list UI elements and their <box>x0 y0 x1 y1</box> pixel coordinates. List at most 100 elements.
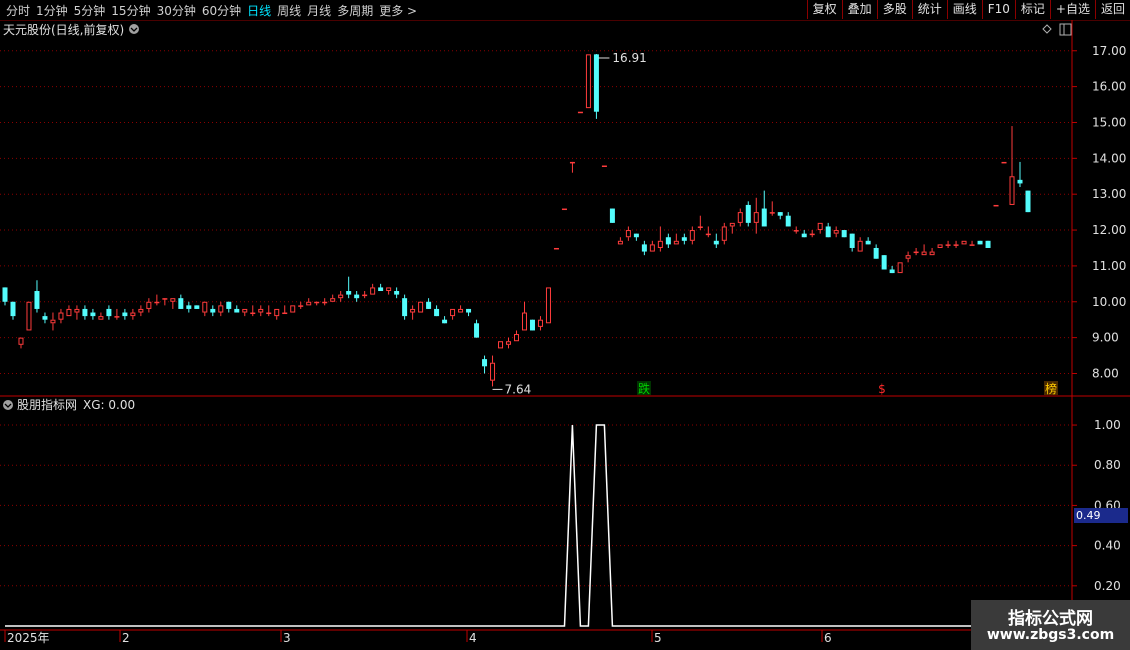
timeframe-tab-10[interactable]: 更多 > <box>379 2 417 19</box>
kline-chart[interactable]: 17.00 16.00 15.00 14.00 13.00 12.00 11.00 10.00… <box>0 20 1130 650</box>
candle-body-up <box>553 247 559 250</box>
function-button-7[interactable]: +自选 <box>1049 0 1095 19</box>
candle-body-down <box>801 233 807 238</box>
candle-body-up <box>258 308 264 313</box>
candle-body-down <box>529 319 535 331</box>
candle-body-down <box>745 204 751 223</box>
candle-body-up <box>266 312 272 315</box>
candle-body-up <box>314 301 320 304</box>
candle-body-up <box>130 312 136 317</box>
candle-body-up <box>170 298 176 302</box>
timeframe-tab-2[interactable]: 5分钟 <box>74 2 106 19</box>
indicator-axis-label: 1.00 <box>1094 418 1121 432</box>
candle-body-down <box>825 226 831 238</box>
candle-body-down <box>633 233 639 238</box>
timeframe-tab-8[interactable]: 月线 <box>307 2 331 19</box>
candle-body-up <box>154 301 160 304</box>
candle-body-up <box>410 308 416 313</box>
candle-body-up <box>274 308 280 317</box>
candle-body-up <box>146 301 152 309</box>
candle-body-down <box>849 233 855 248</box>
chart-title: 天元股份(日线,前复权) <box>3 22 124 37</box>
candle-body-up <box>585 54 591 109</box>
function-button-1[interactable]: 叠加 <box>841 0 877 19</box>
candle-body-down <box>865 240 871 245</box>
candle-body-down <box>881 255 887 270</box>
function-button-8[interactable]: 返回 <box>1094 0 1130 19</box>
candle-body-down <box>346 291 352 295</box>
function-button-5[interactable]: F10 <box>981 0 1015 19</box>
function-button-0[interactable]: 复权 <box>806 0 842 19</box>
event-marker: 榜 <box>1045 381 1057 396</box>
candle-body-up <box>162 298 168 300</box>
candle-body-up <box>561 208 567 211</box>
candle-body-up <box>74 308 80 313</box>
high-price-label: 16.91 <box>612 51 646 65</box>
candle-body-down <box>609 208 615 223</box>
candle-body-down <box>394 291 400 295</box>
watermark-url: www.zbgs3.com <box>986 627 1115 643</box>
timeframe-tab-1[interactable]: 1分钟 <box>36 2 68 19</box>
candle-body-up <box>737 212 743 223</box>
timeframe-tab-9[interactable]: 多周期 <box>337 2 373 19</box>
panel-layout-icon <box>1059 23 1072 36</box>
candle-body-up <box>138 308 144 313</box>
xg-indicator-line <box>5 424 1028 627</box>
timeframe-tab-5[interactable]: 60分钟 <box>202 2 241 19</box>
candle-body-up <box>250 312 256 315</box>
event-marker: 跌 <box>638 381 650 396</box>
candle-body-up <box>362 294 368 297</box>
indicator-cursor-value: 0.49 <box>1074 508 1128 523</box>
candle-body-up <box>298 305 304 307</box>
chevron-down-icon[interactable] <box>129 24 139 34</box>
candle-body-up <box>937 244 943 248</box>
price-axis-label: 12.00 <box>1092 223 1126 237</box>
candle-body-up <box>521 312 527 331</box>
candle-body-up <box>58 312 64 320</box>
candle-body-up <box>993 204 999 207</box>
candle-body-up <box>66 308 72 317</box>
candle-body-down <box>434 308 440 317</box>
candle-body-up <box>418 301 424 313</box>
candle-body-down <box>713 240 719 245</box>
candle-body-down <box>641 244 647 252</box>
candle-body-up <box>338 294 344 299</box>
candle-body-up <box>569 161 575 164</box>
candle-body-up <box>601 165 607 168</box>
candle-body-up <box>490 362 496 381</box>
candle-body-up <box>498 341 504 349</box>
price-axis-label: 16.00 <box>1092 80 1126 94</box>
function-button-2[interactable]: 多股 <box>876 0 912 19</box>
candle-body-down <box>977 240 983 245</box>
indicator-name: 股朋指标网 <box>17 397 77 412</box>
candle-body-up <box>857 240 863 252</box>
function-button-6[interactable]: 标记 <box>1014 0 1050 19</box>
candle-body-down <box>402 298 408 317</box>
candle-body-up <box>945 244 951 246</box>
timeframe-tab-6[interactable]: 日线 <box>247 2 271 19</box>
candle-body-up <box>969 244 975 246</box>
candle-body-down <box>593 54 599 112</box>
candle-body-up <box>450 308 456 317</box>
candle-body-up <box>625 230 631 238</box>
timeframe-tab-4[interactable]: 30分钟 <box>157 2 196 19</box>
timeframe-tab-7[interactable]: 周线 <box>277 2 301 19</box>
function-button-3[interactable]: 统计 <box>911 0 947 19</box>
candle-body-down <box>873 247 879 259</box>
candle-body-up <box>370 287 376 295</box>
timeframe-tab-0[interactable]: 分时 <box>6 2 30 19</box>
candle-body-up <box>617 240 623 245</box>
indicator-value: XG: 0.00 <box>83 398 135 412</box>
candle-body-up <box>921 251 927 256</box>
candle-body-down <box>186 305 192 309</box>
candle-body-down <box>178 298 184 309</box>
timeframe-tab-3[interactable]: 15分钟 <box>111 2 150 19</box>
candle-body-down <box>90 312 96 317</box>
candle-body-down <box>761 208 767 227</box>
function-button-4[interactable]: 画线 <box>946 0 982 19</box>
candle-body-down <box>1017 179 1023 184</box>
candle-body-up <box>514 334 519 342</box>
candle-body-up <box>242 308 248 313</box>
price-axis-label: 9.00 <box>1092 331 1119 345</box>
candle-body-up <box>218 305 224 313</box>
